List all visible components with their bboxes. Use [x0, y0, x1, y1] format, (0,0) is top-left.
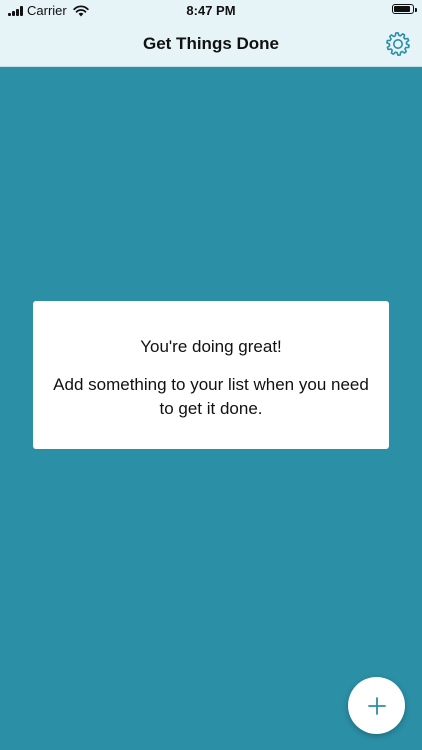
- gear-icon: [386, 31, 410, 56]
- empty-state-title: You're doing great!: [140, 337, 282, 356]
- navigation-bar: Get Things Done: [0, 22, 422, 66]
- battery-nub: [415, 8, 417, 12]
- add-task-button[interactable]: [348, 677, 405, 734]
- settings-button[interactable]: [384, 30, 412, 58]
- battery-icon: [392, 4, 417, 14]
- empty-state-card: You're doing great! Add something to you…: [33, 301, 389, 449]
- top-bar: Carrier 8:47 PM Get Things Done: [0, 0, 422, 67]
- page-title: Get Things Done: [143, 34, 279, 53]
- empty-state-message: Add something to your list when you need…: [53, 375, 369, 418]
- battery-fill: [394, 6, 411, 12]
- plus-icon: [367, 696, 386, 715]
- status-time: 8:47 PM: [186, 3, 236, 18]
- status-bar: Carrier 8:47 PM: [0, 0, 422, 22]
